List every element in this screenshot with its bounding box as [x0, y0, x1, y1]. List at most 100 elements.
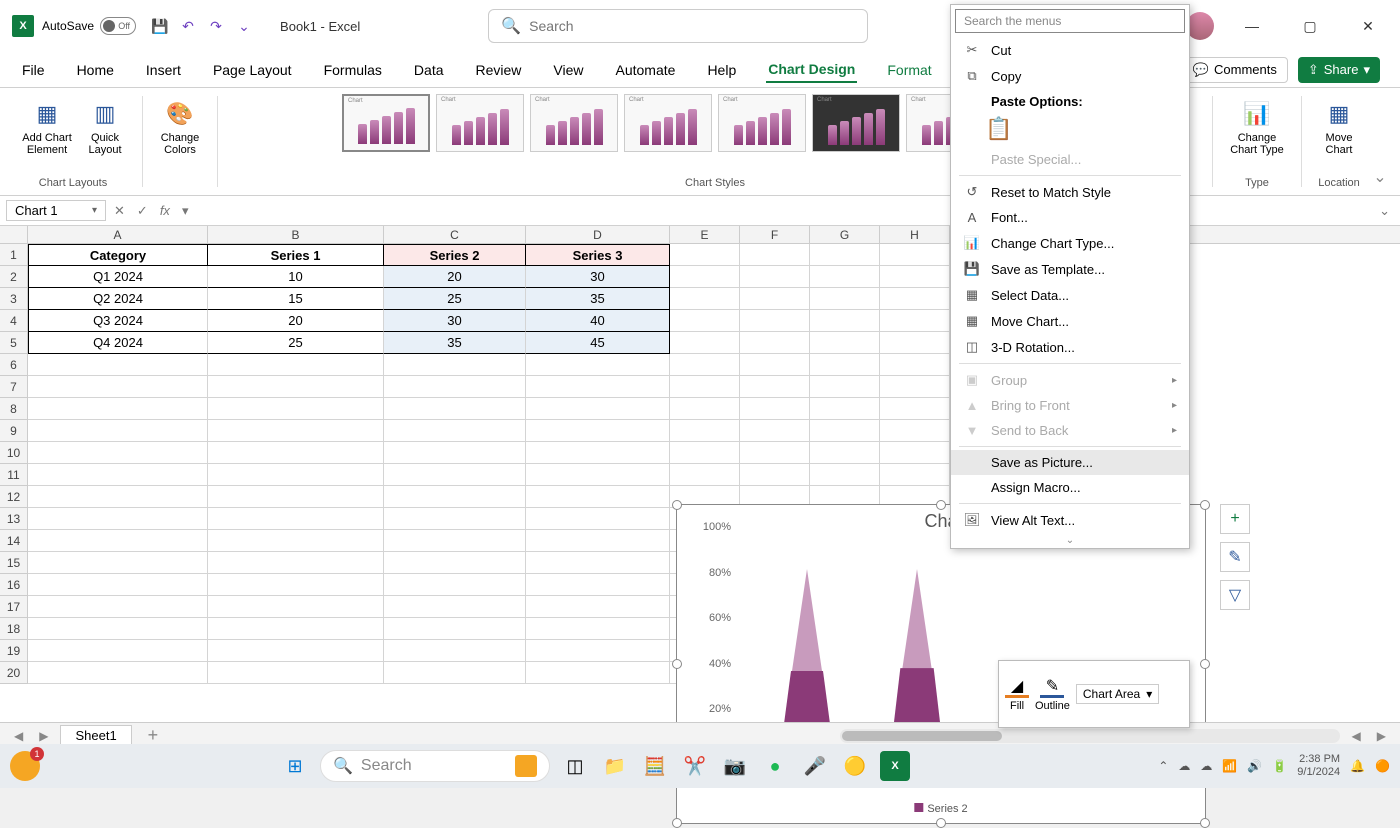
row-header[interactable]: 17 — [0, 596, 28, 618]
tab-home[interactable]: Home — [75, 58, 116, 82]
cell[interactable]: Q1 2024 — [28, 266, 208, 288]
tab-file[interactable]: File — [20, 58, 47, 82]
cell[interactable] — [208, 618, 384, 640]
tray-onedrive-icon[interactable]: ☁ — [1178, 759, 1190, 773]
cell[interactable] — [526, 530, 670, 552]
cell[interactable]: 45 — [526, 332, 670, 354]
cell[interactable]: Q2 2024 — [28, 288, 208, 310]
chart-style-thumb[interactable]: Chart — [342, 94, 430, 152]
cell[interactable]: 10 — [208, 266, 384, 288]
context-item-save-as-template[interactable]: 💾Save as Template... — [951, 256, 1189, 282]
cell[interactable] — [740, 266, 810, 288]
row-header[interactable]: 8 — [0, 398, 28, 420]
excel-taskbar-icon[interactable]: X — [880, 751, 910, 781]
cell[interactable] — [810, 244, 880, 266]
cell[interactable] — [670, 464, 740, 486]
row-header[interactable]: 7 — [0, 376, 28, 398]
context-item-reset-to-match-style[interactable]: ↺Reset to Match Style — [951, 179, 1189, 205]
cell[interactable] — [384, 530, 526, 552]
cell[interactable] — [526, 464, 670, 486]
cell[interactable] — [740, 442, 810, 464]
chrome-icon[interactable]: 🟡 — [840, 751, 870, 781]
context-search[interactable]: Search the menus — [955, 9, 1185, 33]
cell[interactable]: 15 — [208, 288, 384, 310]
cell[interactable] — [526, 398, 670, 420]
taskbar-clock[interactable]: 2:38 PM 9/1/2024 — [1297, 753, 1340, 779]
cell[interactable] — [208, 530, 384, 552]
cell[interactable]: Category — [28, 244, 208, 266]
chart-legend[interactable]: Series 2 — [914, 803, 967, 815]
cell[interactable] — [810, 442, 880, 464]
cell[interactable] — [526, 552, 670, 574]
tray-wifi-icon[interactable]: 📶 — [1222, 759, 1237, 773]
cell[interactable] — [526, 442, 670, 464]
row-header[interactable]: 3 — [0, 288, 28, 310]
cell[interactable] — [526, 640, 670, 662]
context-item-copy[interactable]: ⧉Copy — [951, 63, 1189, 89]
context-item-view-alt-text[interactable]: 🖼View Alt Text... — [951, 507, 1189, 533]
cell[interactable] — [28, 640, 208, 662]
cell[interactable] — [208, 640, 384, 662]
context-item-assign-macro[interactable]: Assign Macro... — [951, 475, 1189, 500]
row-header[interactable]: 15 — [0, 552, 28, 574]
cell[interactable] — [670, 310, 740, 332]
context-item-font[interactable]: AFont... — [951, 205, 1189, 230]
chart-handle[interactable] — [1200, 659, 1210, 669]
row-header[interactable]: 16 — [0, 574, 28, 596]
cancel-formula-icon[interactable]: ✕ — [110, 203, 129, 219]
qat-more-icon[interactable]: ⌄ — [234, 16, 254, 36]
start-button[interactable]: ⊞ — [280, 751, 310, 781]
chart-handle[interactable] — [672, 659, 682, 669]
chart-handle[interactable] — [1200, 818, 1210, 828]
chart-element-select[interactable]: Chart Area ▾ — [1076, 684, 1159, 704]
cell[interactable] — [740, 354, 810, 376]
cell[interactable] — [384, 376, 526, 398]
save-icon[interactable]: 💾 — [150, 16, 170, 36]
cell[interactable] — [384, 354, 526, 376]
chart-style-thumb[interactable]: Chart — [718, 94, 806, 152]
cell[interactable] — [28, 508, 208, 530]
tab-chart-design[interactable]: Chart Design — [766, 57, 857, 83]
name-box[interactable]: Chart 1 ▾ — [6, 200, 106, 221]
sheet-nav-prev[interactable]: ◀ — [10, 729, 27, 743]
cell[interactable] — [880, 310, 950, 332]
chart-handle[interactable] — [936, 818, 946, 828]
tray-battery-icon[interactable]: 🔋 — [1272, 759, 1287, 773]
column-header[interactable]: F — [740, 226, 810, 243]
cell[interactable] — [880, 398, 950, 420]
cell[interactable] — [810, 288, 880, 310]
cell[interactable] — [740, 310, 810, 332]
column-header[interactable]: C — [384, 226, 526, 243]
quick-layout-button[interactable]: ▥ Quick Layout — [82, 94, 128, 156]
cell[interactable] — [384, 618, 526, 640]
cell[interactable] — [28, 596, 208, 618]
cell[interactable] — [810, 332, 880, 354]
add-sheet-button[interactable]: + — [140, 725, 167, 746]
cell[interactable]: 35 — [526, 288, 670, 310]
row-header[interactable]: 10 — [0, 442, 28, 464]
row-header[interactable]: 13 — [0, 508, 28, 530]
cell[interactable] — [28, 486, 208, 508]
share-button[interactable]: ⇪ Share ▾ — [1298, 57, 1380, 83]
cell[interactable] — [810, 376, 880, 398]
context-item-change-chart-type[interactable]: 📊Change Chart Type... — [951, 230, 1189, 256]
cell[interactable] — [208, 596, 384, 618]
cell[interactable] — [384, 398, 526, 420]
cell[interactable] — [740, 376, 810, 398]
cell[interactable] — [28, 618, 208, 640]
context-item-move-chart[interactable]: ▦Move Chart... — [951, 308, 1189, 334]
name-box-dropdown-icon[interactable]: ▾ — [92, 205, 97, 216]
row-header[interactable]: 14 — [0, 530, 28, 552]
spotify-icon[interactable]: ● — [760, 751, 790, 781]
tab-formulas[interactable]: Formulas — [322, 58, 384, 82]
select-all-cell[interactable] — [0, 226, 28, 243]
redo-icon[interactable]: ↷ — [206, 16, 226, 36]
tray-cloud-icon[interactable]: ☁ — [1200, 759, 1212, 773]
cell[interactable] — [384, 420, 526, 442]
tab-review[interactable]: Review — [474, 58, 524, 82]
row-header[interactable]: 1 — [0, 244, 28, 266]
cell[interactable]: 25 — [208, 332, 384, 354]
cell[interactable] — [28, 574, 208, 596]
move-chart-button[interactable]: ▦ Move Chart — [1316, 94, 1362, 156]
cell[interactable]: Q4 2024 — [28, 332, 208, 354]
